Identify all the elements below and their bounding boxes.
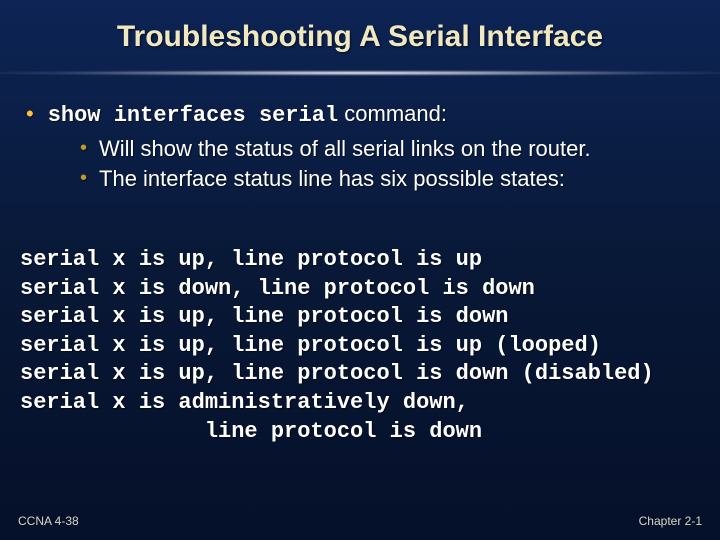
state-line-1: serial x is up, line protocol is up	[20, 247, 482, 272]
state-line-5: serial x is up, line protocol is down (d…	[20, 361, 654, 386]
bullet-level2: • Will show the status of all serial lin…	[80, 135, 700, 164]
slide-title: Troubleshooting A Serial Interface	[0, 20, 720, 54]
state-line-6: serial x is administratively down,	[20, 390, 469, 415]
content-area: • show interfaces serial command: • Will…	[20, 100, 700, 196]
footer-left: CCNA 4-38	[18, 514, 79, 528]
state-line-4: serial x is up, line protocol is up (loo…	[20, 333, 601, 358]
bullet-level1: • show interfaces serial command:	[20, 100, 700, 131]
footer-right: Chapter 2-1	[639, 514, 702, 528]
state-line-3: serial x is up, line protocol is down	[20, 304, 508, 329]
state-line-2: serial x is down, line protocol is down	[20, 276, 535, 301]
title-underline	[0, 70, 720, 76]
bullet-dot-icon: •	[26, 100, 34, 131]
command-suffix: command:	[338, 101, 447, 126]
sub-a-text: Will show the status of all serial links…	[99, 135, 591, 164]
state-line-7: line protocol is down	[20, 419, 482, 444]
command-text: show interfaces serial	[48, 103, 338, 128]
bullet-level2: • The interface status line has six poss…	[80, 165, 700, 194]
slide: Troubleshooting A Serial Interface • sho…	[0, 0, 720, 540]
states-block: serial x is up, line protocol is up seri…	[20, 246, 700, 446]
bullet-dot-icon: •	[80, 135, 87, 164]
bullet1-text: show interfaces serial command:	[48, 100, 447, 131]
bullet-dot-icon: •	[80, 165, 87, 194]
sub-bullet-list: • Will show the status of all serial lin…	[80, 135, 700, 194]
sub-b-text: The interface status line has six possib…	[99, 165, 565, 194]
